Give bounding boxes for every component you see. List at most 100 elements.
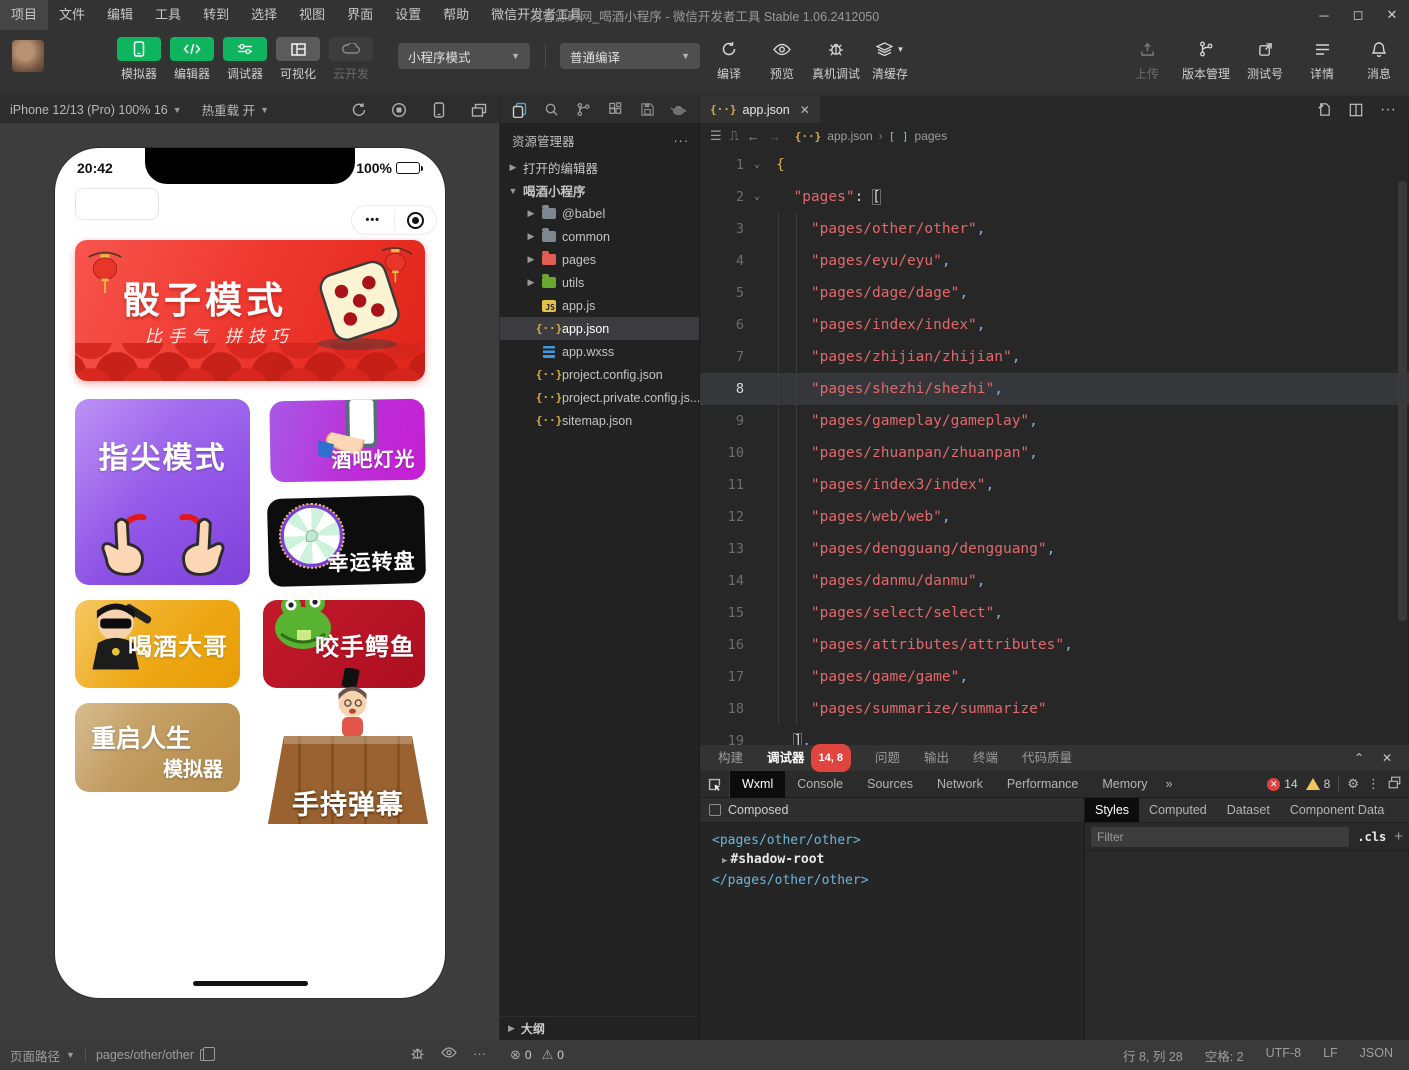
code-line-8[interactable]: 8 "pages/shezhi/shezhi", [700, 373, 1409, 405]
code-line-11[interactable]: 11 "pages/index3/index", [700, 469, 1409, 501]
styles-tab-component-data[interactable]: Component Data [1280, 798, 1395, 822]
exit-target-icon[interactable] [395, 212, 437, 229]
styles-tab-dataset[interactable]: Dataset [1217, 798, 1280, 822]
error-counter[interactable]: ✕ 14 [1267, 777, 1297, 791]
outline-list-icon[interactable]: ☰ [710, 128, 722, 144]
devtools-tab-network[interactable]: Network [925, 771, 995, 798]
undock-icon[interactable] [1388, 776, 1401, 792]
close-button[interactable]: ✕ [1375, 0, 1409, 30]
editor-scrollbar[interactable] [1398, 181, 1407, 621]
wxml-element-tree[interactable]: <pages/other/other> ▶#shadow-root </page… [700, 823, 1084, 890]
card-restart-life-simulator[interactable]: 重启人生 模拟器 [75, 703, 240, 792]
code-line-16[interactable]: 16 "pages/attributes/attributes", [700, 629, 1409, 661]
problems-errors[interactable]: ⊗0 [510, 1047, 532, 1063]
menu-3[interactable]: 编辑 [96, 0, 144, 30]
menu-6[interactable]: 选择 [240, 0, 288, 30]
code-line-9[interactable]: 9 "pages/gameplay/gameplay", [700, 405, 1409, 437]
code-line-19[interactable]: 19 ], [700, 725, 1409, 745]
card-drinking-bro[interactable]: 喝酒大哥 [75, 600, 240, 688]
styles-tab-styles[interactable]: Styles [1085, 798, 1139, 822]
nav-back-icon[interactable]: ← [747, 129, 760, 144]
file-sitemap.json[interactable]: {··}sitemap.json [500, 409, 699, 432]
toolbar-button-测试号[interactable]: 测试号 [1240, 30, 1290, 82]
device-selector[interactable]: iPhone 12/13 (Pro) 100% 16▼ [0, 103, 192, 117]
toolbar-button-清缓存[interactable]: ▼清缓存 [867, 30, 913, 82]
outline-section[interactable]: ▶大纲 [500, 1016, 699, 1040]
card-handheld-danmu[interactable]: 手持弹幕 [268, 688, 428, 828]
debug-tab-问题[interactable]: 问题 [863, 745, 912, 771]
open-editors-section[interactable]: ▶打开的编辑器 [500, 156, 699, 179]
git-icon[interactable] [572, 98, 596, 122]
style-filter-input[interactable] [1091, 827, 1349, 847]
wxml-close-tag[interactable]: </pages/other/other> [712, 871, 1084, 890]
more-actions-icon[interactable]: ··· [1375, 98, 1401, 122]
card-fingertip-mode[interactable]: 指尖模式 [75, 399, 250, 585]
toolbar-button-真机调试[interactable]: 真机调试 [812, 30, 860, 82]
close-panel-icon[interactable]: ✕ [1375, 751, 1399, 765]
code-line-12[interactable]: 12 "pages/web/web", [700, 501, 1409, 533]
project-root[interactable]: ▼喝酒小程序 [500, 179, 699, 202]
restart-icon[interactable] [339, 96, 379, 123]
nav-placeholder-box[interactable] [75, 188, 159, 220]
code-line-5[interactable]: 5 "pages/dage/dage", [700, 277, 1409, 309]
tab-app-json[interactable]: {··} app.json ✕ [700, 96, 820, 123]
close-tab-icon[interactable]: ✕ [800, 103, 810, 117]
more-menu-icon[interactable]: ••• [352, 214, 394, 226]
file-app.wxss[interactable]: app.wxss [500, 340, 699, 363]
code-line-17[interactable]: 17 "pages/game/game", [700, 661, 1409, 693]
minimize-button[interactable]: ─ [1307, 0, 1341, 30]
shadow-root-node[interactable]: #shadow-root [730, 852, 824, 867]
code-line-15[interactable]: 15 "pages/select/select", [700, 597, 1409, 629]
debug-tab-构建[interactable]: 构建 [706, 745, 755, 771]
menu-9[interactable]: 设置 [384, 0, 432, 30]
menu-10[interactable]: 帮助 [432, 0, 480, 30]
toolbar-button-消息[interactable]: 消息 [1354, 30, 1404, 82]
toolbar-button-编译[interactable]: 编译 [706, 30, 752, 82]
menu-5[interactable]: 转到 [192, 0, 240, 30]
page-path-label[interactable]: 页面路径 [10, 1046, 60, 1065]
expand-arrow-icon[interactable]: ▶ [722, 856, 727, 866]
file-utils[interactable]: ▶utils [500, 271, 699, 294]
status-item-4[interactable]: LF [1323, 1046, 1338, 1065]
inspect-element-icon[interactable] [700, 771, 730, 798]
devtools-tab-sources[interactable]: Sources [855, 771, 925, 798]
code-line-3[interactable]: 3 "pages/other/other", [700, 213, 1409, 245]
code-line-1[interactable]: 1⌄{ [700, 149, 1409, 181]
file-@babel[interactable]: ▶@babel [500, 202, 699, 225]
user-avatar[interactable] [12, 40, 44, 72]
code-line-14[interactable]: 14 "pages/danmu/danmu", [700, 565, 1409, 597]
debug-tab-代码质量[interactable]: 代码质量 [1010, 745, 1084, 771]
status-item-3[interactable]: UTF-8 [1266, 1046, 1301, 1065]
devtools-menu-icon[interactable]: ⋮ [1367, 776, 1380, 792]
toolbar-button-详情[interactable]: 详情 [1297, 30, 1347, 82]
wxml-open-tag[interactable]: <pages/other/other> [712, 831, 1084, 850]
debug-tab-终端[interactable]: 终端 [961, 745, 1010, 771]
devtools-tab-wxml[interactable]: Wxml [730, 771, 785, 798]
file-app.json[interactable]: {··}app.json [500, 317, 699, 340]
devtools-tab-performance[interactable]: Performance [995, 771, 1091, 798]
status-item-1[interactable]: 行 8, 列 28 [1123, 1046, 1183, 1065]
device-icon[interactable] [419, 96, 459, 123]
hot-reload-toggle[interactable]: 热重载 开▼ [192, 100, 279, 119]
code-line-13[interactable]: 13 "pages/dengguang/dengguang", [700, 533, 1409, 565]
code-line-7[interactable]: 7 "pages/zhijian/zhijian", [700, 341, 1409, 373]
devtools-tab-memory[interactable]: Memory [1090, 771, 1159, 798]
stop-icon[interactable] [379, 96, 419, 123]
debug-bug-icon[interactable] [410, 1046, 425, 1064]
mode-dropdown[interactable]: 小程序模式▼ [398, 43, 530, 69]
devtools-tab-console[interactable]: Console [785, 771, 855, 798]
code-line-4[interactable]: 4 "pages/eyu/eyu", [700, 245, 1409, 277]
menu-1[interactable]: 项目 [0, 0, 48, 30]
cls-toggle[interactable]: .cls [1357, 830, 1386, 844]
compile-mode-dropdown[interactable]: 普通编译▼ [560, 43, 700, 69]
debug-tab-输出[interactable]: 输出 [912, 745, 961, 771]
preview-eye-icon[interactable] [441, 1046, 457, 1064]
copy-path-icon[interactable] [200, 1049, 210, 1061]
split-editor-icon[interactable] [1343, 98, 1369, 122]
menu-4[interactable]: 工具 [144, 0, 192, 30]
collapse-panel-icon[interactable]: ⌃ [1347, 751, 1371, 765]
code-line-10[interactable]: 10 "pages/zhuanpan/zhuanpan", [700, 437, 1409, 469]
card-lucky-wheel[interactable]: 幸运转盘 [267, 495, 426, 587]
more-status-icon[interactable]: ··· [473, 1046, 486, 1064]
breadcrumb-node[interactable]: pages [915, 129, 948, 143]
